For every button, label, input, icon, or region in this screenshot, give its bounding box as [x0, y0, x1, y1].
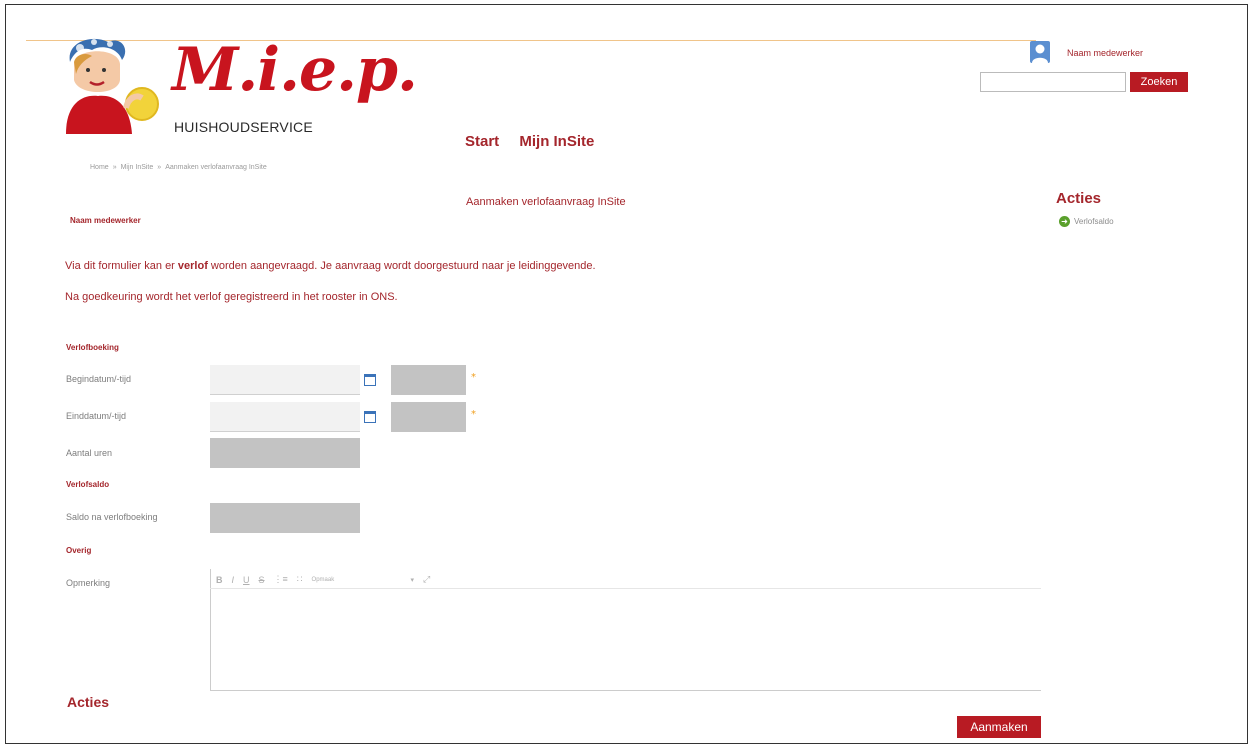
chevron-down-icon[interactable]: ▾ — [411, 576, 415, 584]
fullscreen-icon[interactable]: ⤢ — [423, 574, 430, 585]
italic-button[interactable]: I — [232, 575, 235, 585]
logo-wordmark: M.i.e.p. — [172, 35, 418, 105]
intro-text-1-bold: verlof — [177, 260, 208, 272]
bold-button[interactable]: B — [216, 575, 223, 585]
section-verlofboeking: Verlofboeking — [66, 343, 119, 352]
balance-field — [210, 503, 360, 533]
section-overig: Overig — [66, 546, 92, 555]
intro-text-1: Via dit formulier kan er verlof worden a… — [65, 260, 596, 272]
verlofsaldo-label: Verlofsaldo — [1074, 217, 1114, 226]
underline-button[interactable]: U — [243, 575, 250, 585]
breadcrumb-separator: » — [112, 164, 117, 171]
sidebar-actions-title: Acties — [1056, 190, 1102, 207]
section-verlofsaldo: Verlofsaldo — [66, 480, 110, 489]
user-name-link[interactable]: Naam medewerker — [1067, 48, 1143, 58]
calendar-icon[interactable] — [364, 374, 376, 386]
actions-title: Acties — [67, 694, 110, 710]
breadcrumb-separator: » — [157, 164, 162, 171]
nav-item-mijn-insite[interactable]: Mijn InSite — [519, 133, 594, 150]
search-input[interactable] — [980, 72, 1126, 92]
required-mark: * — [471, 409, 476, 420]
search-button[interactable]: Zoeken — [1130, 72, 1188, 92]
editor-toolbar-divider — [210, 588, 1041, 589]
user-avatar[interactable] — [1030, 41, 1050, 63]
page-title: Aanmaken verlofaanvraag InSite — [466, 196, 626, 208]
unordered-list-button[interactable]: ∷ — [297, 574, 303, 585]
verlofsaldo-link[interactable]: ➜ Verlofsaldo — [1059, 216, 1114, 227]
start-date-input[interactable] — [210, 365, 360, 395]
create-button[interactable]: Aanmaken — [957, 716, 1041, 738]
main-nav: Start Mijn InSite — [465, 133, 610, 150]
breadcrumb-home[interactable]: Home — [90, 164, 109, 171]
breadcrumb-current: Aanmaken verlofaanvraag InSite — [165, 164, 267, 171]
user-icon — [1030, 41, 1050, 63]
label-aantal-uren: Aantal uren — [66, 448, 113, 458]
label-saldo: Saldo na verlofboeking — [66, 512, 158, 522]
miep-logo[interactable]: M.i.e.p. HUISHOUDSERVICE — [62, 34, 418, 144]
editor-toolbar: B I U S ⋮≡ ∷ Opmaak ▾ ⤢ — [216, 574, 439, 585]
hours-field — [210, 438, 360, 468]
employee-name: Naam medewerker — [70, 216, 141, 225]
end-time-select[interactable] — [391, 402, 466, 432]
ordered-list-button[interactable]: ⋮≡ — [274, 574, 288, 585]
logo-subtitle: HUISHOUDSERVICE — [174, 119, 313, 135]
intro-text-1-pre: Via dit formulier kan er — [65, 260, 178, 272]
nav-item-start[interactable]: Start — [465, 133, 499, 150]
end-date-input[interactable] — [210, 402, 360, 432]
calendar-icon[interactable] — [364, 411, 376, 423]
label-opmerking: Opmerking — [66, 578, 111, 588]
intro-text-2: Na goedkeuring wordt het verlof geregist… — [65, 291, 398, 303]
breadcrumb: Home» Mijn InSite» Aanmaken verlofaanvraag… — [90, 164, 267, 171]
required-mark: * — [471, 372, 476, 383]
label-einddatum: Einddatum/-tijd — [66, 411, 127, 421]
strikethrough-button[interactable]: S — [259, 575, 265, 585]
breadcrumb-mijn-insite[interactable]: Mijn InSite — [121, 164, 154, 171]
start-time-select[interactable] — [391, 365, 466, 395]
intro-text-1-post: worden aangevraagd. Je aanvraag wordt do… — [207, 260, 596, 272]
label-begindatum: Begindatum/-tijd — [66, 374, 132, 384]
mascot-illustration — [66, 38, 159, 134]
arrow-right-icon: ➜ — [1059, 216, 1070, 227]
format-select[interactable]: Opmaak — [312, 577, 402, 583]
